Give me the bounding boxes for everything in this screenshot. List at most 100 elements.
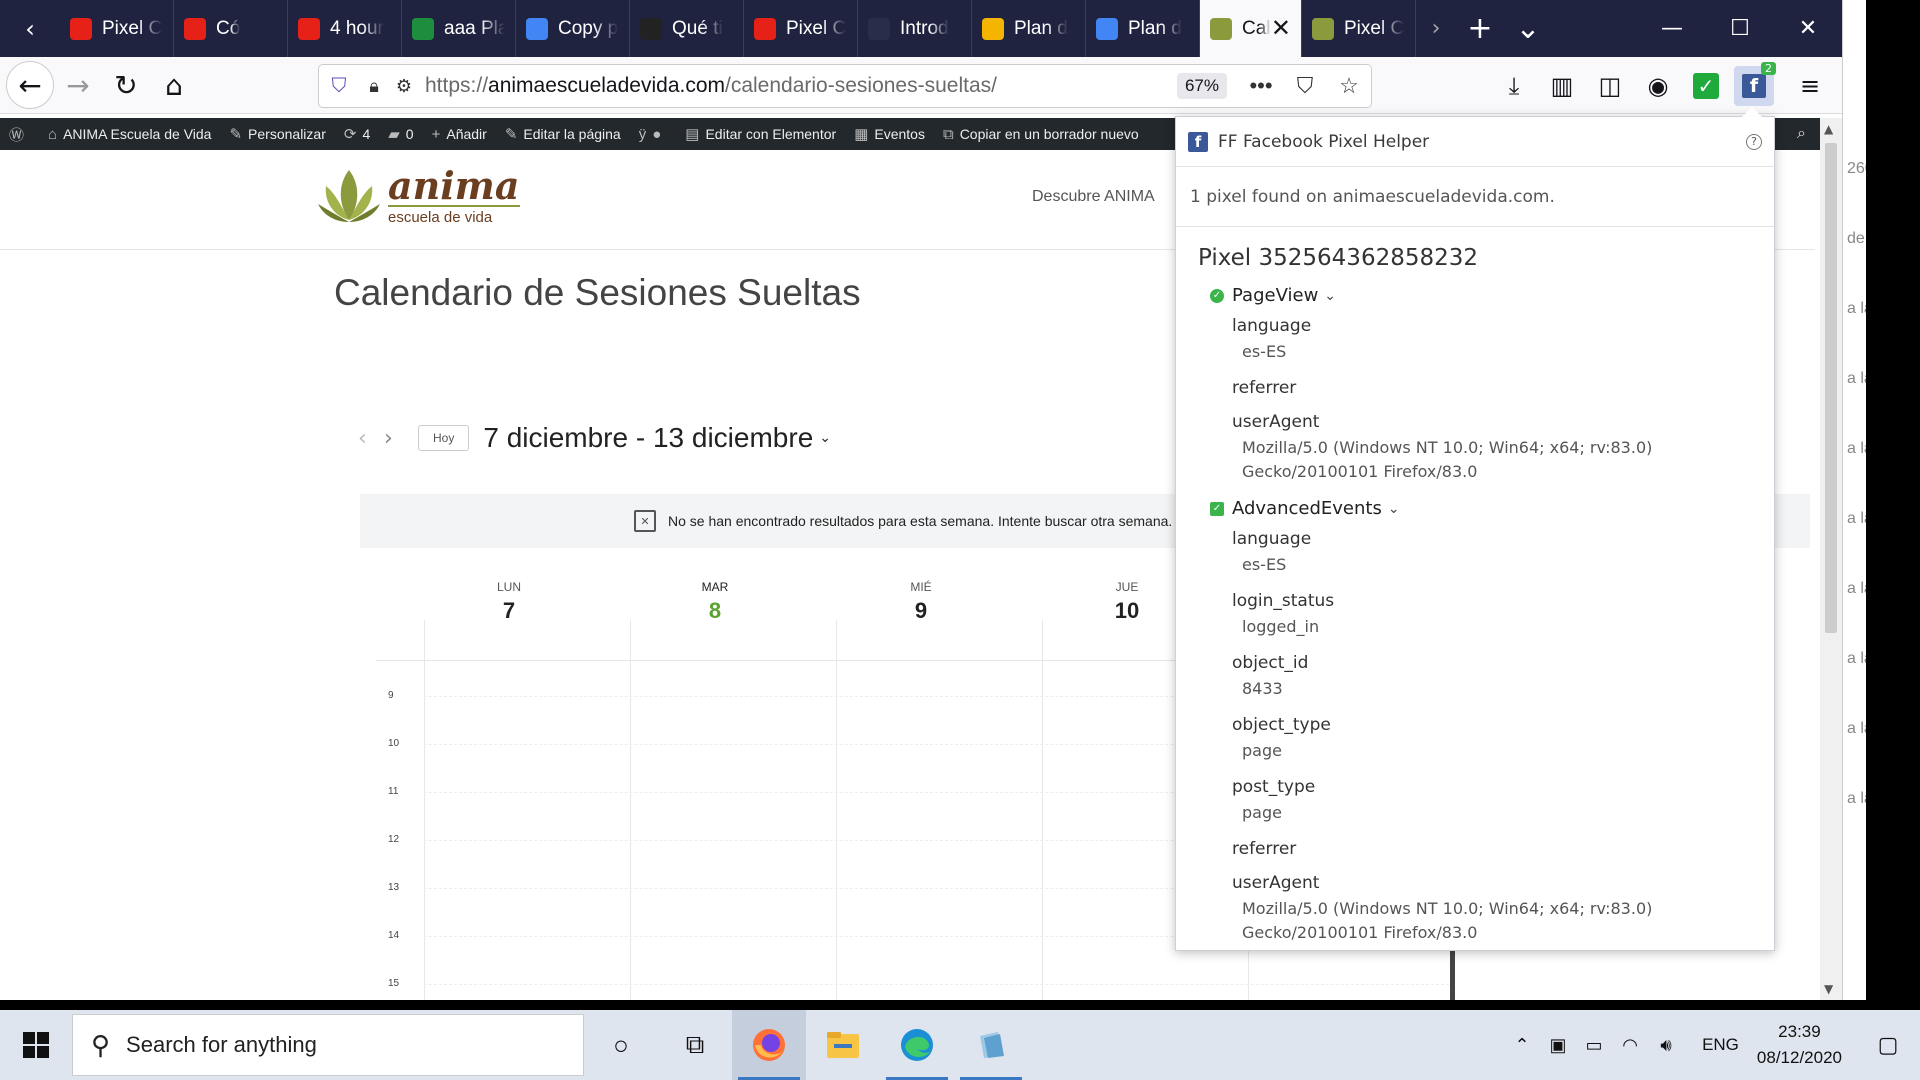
page-actions-icon[interactable]: ••• bbox=[1239, 73, 1283, 99]
day-name: MIÉ bbox=[910, 580, 932, 594]
events-menu[interactable]: ▦ Eventos bbox=[845, 125, 934, 143]
yoast-menu[interactable]: ÿ ● bbox=[630, 126, 677, 143]
copy-draft-menu[interactable]: ⧉ Copiar en un borrador nuevo bbox=[934, 126, 1148, 143]
today-button[interactable]: Hoy bbox=[418, 425, 470, 451]
nav-item-descubre[interactable]: Descubre ANIMA bbox=[1032, 188, 1155, 206]
event-parameters: language es-ES login_status logged_in object… bbox=[1232, 529, 1774, 945]
site-name-menu[interactable]: ⌂ ANIMA Escuela de Vida bbox=[39, 126, 220, 143]
clock[interactable]: 23:39 08/12/2020 bbox=[1757, 1019, 1842, 1071]
tab-1[interactable]: Có bbox=[174, 0, 288, 57]
next-week-icon[interactable]: › bbox=[384, 426, 410, 451]
tab-scroll-right-button[interactable]: › bbox=[1416, 0, 1456, 57]
library-icon[interactable]: ▥ bbox=[1538, 62, 1586, 110]
event-toggle-pageview[interactable]: ✓ PageView ⌄ bbox=[1210, 285, 1774, 306]
forward-button[interactable]: → bbox=[54, 61, 102, 109]
tab-3[interactable]: aaa Pla bbox=[402, 0, 516, 57]
minimize-button[interactable]: — bbox=[1638, 0, 1706, 57]
tab-10[interactable]: Cal ✕ bbox=[1200, 0, 1302, 57]
permissions-icon[interactable]: ⚙ bbox=[389, 76, 419, 97]
edit-page-menu[interactable]: ✎ Editar la página bbox=[496, 125, 630, 143]
scroll-down-icon[interactable]: ▼ bbox=[1824, 982, 1833, 996]
taskbar-firefox[interactable] bbox=[732, 1010, 806, 1080]
scroll-up-icon[interactable]: ▲ bbox=[1824, 122, 1833, 136]
menu-hamburger-icon[interactable]: ≡ bbox=[1786, 62, 1834, 110]
tab-title: 4 hour bbox=[330, 17, 384, 39]
facebook-pixel-helper-button[interactable]: f 2 bbox=[1730, 61, 1778, 110]
tab-11[interactable]: Pixel C bbox=[1302, 0, 1416, 57]
new-tab-button[interactable]: + bbox=[1456, 0, 1504, 57]
battery-icon[interactable]: ▭ bbox=[1576, 1035, 1612, 1056]
extension-badge: 2 bbox=[1761, 61, 1776, 75]
close-tab-icon[interactable]: ✕ bbox=[1271, 14, 1291, 43]
start-button[interactable] bbox=[0, 1010, 72, 1080]
url-text[interactable]: https://animaescueladevida.com/calendari… bbox=[425, 74, 997, 98]
comment-icon: ▰ bbox=[388, 126, 400, 143]
page-scrollbar[interactable]: ▲ ▼ bbox=[1820, 118, 1842, 1000]
comments-menu[interactable]: ▰ 0 bbox=[379, 125, 422, 143]
event-toggle-advancedevents[interactable]: ✓ AdvancedEvents ⌄ bbox=[1210, 498, 1774, 519]
back-button[interactable]: ← bbox=[6, 61, 54, 109]
list-all-tabs-button[interactable]: ⌄ bbox=[1504, 0, 1552, 57]
home-button[interactable]: ⌂ bbox=[150, 61, 198, 109]
hour-label: 14 bbox=[388, 930, 400, 941]
day-header-0[interactable]: LUN 7 bbox=[406, 580, 612, 624]
close-window-button[interactable]: ✕ bbox=[1774, 0, 1842, 57]
event-name: AdvancedEvents bbox=[1232, 498, 1382, 519]
volume-icon[interactable]: 🔊︎ bbox=[1648, 1035, 1684, 1056]
tab-2[interactable]: 4 hour bbox=[288, 0, 402, 57]
help-icon[interactable]: ? bbox=[1746, 133, 1762, 150]
tab-scroll-left-button[interactable]: ‹ bbox=[0, 0, 60, 57]
site-logo[interactable]: anima escuela de vida bbox=[316, 164, 520, 226]
taskbar-edge[interactable] bbox=[880, 1010, 954, 1080]
home-icon: ⌂ bbox=[48, 125, 58, 143]
language-indicator[interactable]: ENG bbox=[1702, 1035, 1739, 1055]
tab-7[interactable]: Introd bbox=[858, 0, 972, 57]
cortana-icon[interactable]: ○ bbox=[584, 1010, 658, 1080]
events-label: Eventos bbox=[874, 126, 925, 142]
tab-0[interactable]: Pixel C bbox=[60, 0, 174, 57]
pocket-icon[interactable]: ⛉ bbox=[1283, 73, 1327, 99]
date-range-picker[interactable]: 7 diciembre - 13 diciembre bbox=[483, 422, 813, 454]
anima-icon bbox=[1312, 17, 1334, 40]
account-icon[interactable]: ◉ bbox=[1634, 62, 1682, 110]
reload-button[interactable]: ↻ bbox=[102, 61, 150, 109]
lock-icon[interactable]: 🔒︎ bbox=[359, 76, 389, 97]
extension-check-button[interactable]: ✓ bbox=[1682, 62, 1730, 110]
day-header-1[interactable]: MAR 8 bbox=[612, 580, 818, 624]
add-new-menu[interactable]: + Añadir bbox=[423, 126, 496, 143]
tab-5[interactable]: Qué ti bbox=[630, 0, 744, 57]
zoom-level-button[interactable]: 67% bbox=[1176, 73, 1227, 99]
wordpress-logo-menu[interactable]: Ⓦ bbox=[0, 124, 39, 145]
admin-search-icon[interactable]: ⌕ bbox=[1797, 125, 1806, 143]
docs-icon bbox=[526, 17, 548, 40]
downloads-icon[interactable]: ⤓ bbox=[1490, 62, 1538, 110]
taskbar-notes-app[interactable] bbox=[954, 1010, 1028, 1080]
elementor-menu[interactable]: ▤ Editar con Elementor bbox=[676, 125, 845, 143]
taskbar-file-explorer[interactable] bbox=[806, 1010, 880, 1080]
url-bar[interactable]: ⛉ 🔒︎ ⚙ https://animaescueladevida.com/ca… bbox=[318, 64, 1372, 108]
notification-center-icon[interactable]: ▢ bbox=[1864, 1032, 1912, 1058]
chevron-down-icon[interactable]: ⌄ bbox=[819, 430, 831, 446]
tracking-protection-icon[interactable]: ⛉ bbox=[319, 75, 359, 98]
day-header-2[interactable]: MIÉ 9 bbox=[818, 580, 1024, 624]
tab-9[interactable]: Plan d bbox=[1086, 0, 1200, 57]
customize-menu[interactable]: ✎ Personalizar bbox=[220, 125, 334, 143]
task-view-icon[interactable]: ⧉ bbox=[658, 1010, 732, 1080]
wifi-icon[interactable]: ◠ bbox=[1612, 1035, 1648, 1056]
bookmark-star-icon[interactable]: ☆ bbox=[1327, 73, 1371, 99]
meet-now-icon[interactable]: ▣ bbox=[1540, 1035, 1576, 1056]
taskbar-search-box[interactable]: ⚲ Search for anything bbox=[72, 1014, 584, 1076]
sidebar-icon[interactable]: ◫ bbox=[1586, 62, 1634, 110]
hour-row[interactable] bbox=[424, 984, 1454, 985]
copy-draft-label: Copiar en un borrador nuevo bbox=[959, 126, 1139, 142]
scrollbar-thumb[interactable] bbox=[1825, 143, 1837, 633]
tab-6[interactable]: Pixel C bbox=[744, 0, 858, 57]
previous-week-icon[interactable]: ‹ bbox=[358, 426, 384, 451]
tab-4[interactable]: Copy p bbox=[516, 0, 630, 57]
updates-menu[interactable]: ⟳ 4 bbox=[335, 125, 379, 143]
popup-header: f FF Facebook Pixel Helper ? bbox=[1176, 117, 1774, 167]
tab-8[interactable]: Plan d bbox=[972, 0, 1086, 57]
maximize-button[interactable]: ☐ bbox=[1706, 0, 1774, 57]
chevron-up-icon[interactable]: ⌃ bbox=[1504, 1035, 1540, 1056]
firefox-icon bbox=[753, 1029, 785, 1061]
